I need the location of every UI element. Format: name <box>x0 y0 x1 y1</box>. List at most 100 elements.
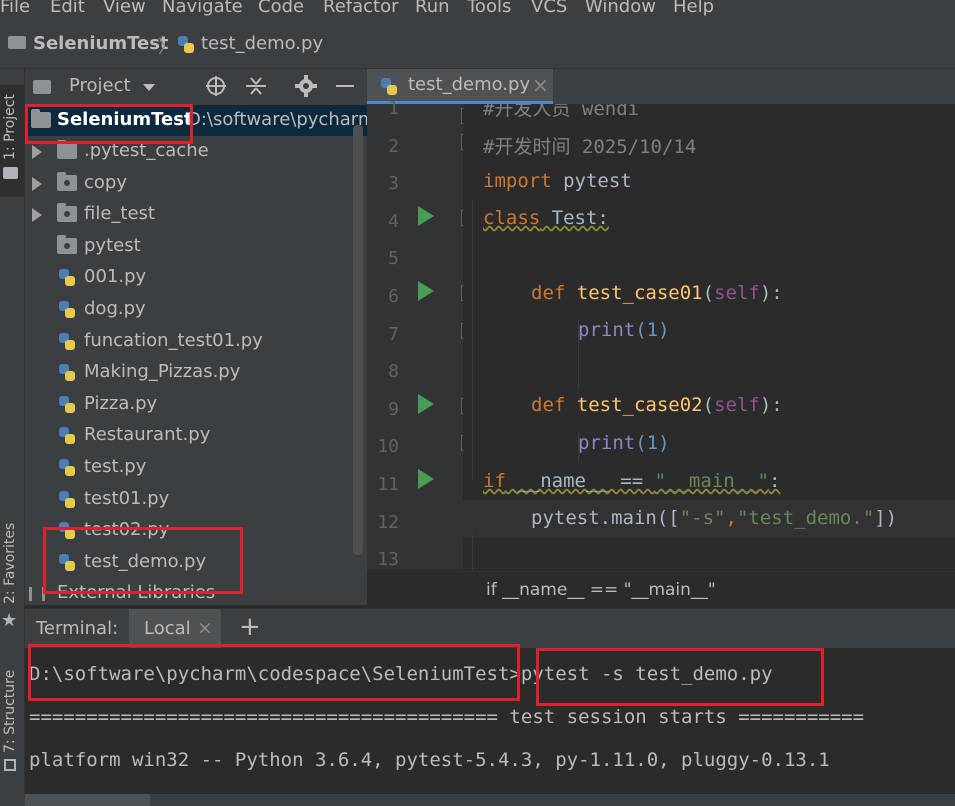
tree-item-label: pytest <box>84 234 141 256</box>
keyword: class <box>483 207 541 229</box>
project-tool-tab[interactable]: 1: Project <box>2 94 18 160</box>
code-line-10: print(1) <box>578 432 670 454</box>
chevron-right-icon[interactable] <box>32 145 42 159</box>
tree-item[interactable]: Restaurant.py <box>25 420 367 451</box>
paren: ): <box>759 394 783 416</box>
tree-item[interactable]: Making_Pizzas.py <box>25 357 367 388</box>
line-number: 12 <box>377 511 399 533</box>
tree-item[interactable]: pytest <box>25 231 367 262</box>
chevron-down-icon[interactable] <box>143 84 155 91</box>
tree-item-label: file_test <box>84 203 155 225</box>
paren: ): <box>759 282 783 304</box>
code-line-9: def test_case02(self): <box>531 394 783 416</box>
gear-icon[interactable] <box>295 75 317 97</box>
tree-item[interactable]: test.py <box>25 452 367 483</box>
menu-file[interactable]: File <box>0 0 30 17</box>
external-libraries[interactable]: External Libraries <box>25 578 367 605</box>
structure-tool-tab[interactable]: 7: Structure <box>2 670 18 753</box>
menu-vcs[interactable]: VCS <box>531 0 567 17</box>
code-text: ]) <box>874 507 898 529</box>
tree-item[interactable]: test_demo.py <box>25 547 367 578</box>
line-number: 6 <box>388 286 399 307</box>
terminal-prompt-line: D:\software\pycharm\codespace\SeleniumTe… <box>29 663 773 685</box>
project-view-title[interactable]: Project <box>69 75 131 96</box>
line-number: 3 <box>388 173 399 195</box>
terminal-header: Terminal: Local × + <box>25 608 955 649</box>
menu-run[interactable]: Run <box>415 0 450 17</box>
project-view-icon <box>33 80 51 94</box>
tab-label: test_demo.py <box>408 74 531 95</box>
editor-breadcrumb[interactable]: if __name__ == "__main__" <box>486 580 716 600</box>
left-tool-stripe: 1: Project 2: Favorites ★ 7: Structure <box>0 69 25 806</box>
tree-item-label: dog.py <box>84 298 146 319</box>
tree-item-label: funcation_test01.py <box>84 329 263 351</box>
tree-item[interactable]: .pytest_cache <box>25 136 367 167</box>
line-number: 5 <box>388 248 399 270</box>
menu-refactor[interactable]: Refactor <box>323 0 399 17</box>
run-icon[interactable] <box>418 206 434 226</box>
keyword: if <box>483 470 506 492</box>
menu-help[interactable]: Help <box>673 0 714 17</box>
folder-icon <box>8 36 26 49</box>
menu-edit[interactable]: Edit <box>50 0 85 17</box>
line-number: 13 <box>377 549 399 571</box>
tree-item[interactable]: dog.py <box>25 294 367 325</box>
editor-breadcrumb-bar: if __name__ == "__main__" <box>367 571 955 608</box>
tree-item[interactable]: test02.py <box>25 515 367 546</box>
menu-tools[interactable]: Tools <box>467 0 511 17</box>
tree-scrollbar[interactable] <box>353 125 363 555</box>
chevron-right-icon[interactable] <box>32 208 42 223</box>
favorites-tool-tab[interactable]: 2: Favorites <box>2 523 18 604</box>
package-icon <box>57 234 77 254</box>
indent-guide <box>472 534 473 570</box>
code-text: : <box>769 470 781 492</box>
nav-project[interactable]: SeleniumTest <box>33 33 169 54</box>
tree-item-label: Making_Pizzas.py <box>84 361 241 383</box>
tree-item[interactable]: funcation_test01.py <box>25 326 367 357</box>
self-param: self <box>714 394 760 416</box>
tree-root[interactable]: SeleniumTest D:\software\pycharm <box>25 105 367 136</box>
hide-panel-icon[interactable] <box>336 85 354 87</box>
tree-item[interactable]: Pizza.py <box>25 389 367 420</box>
tree-item[interactable]: copy <box>25 168 367 199</box>
close-icon[interactable]: × <box>197 617 213 639</box>
keyword: def <box>531 394 566 416</box>
code-line-2: #开发时间 2025/10/14 <box>483 136 697 158</box>
terminal-tab-label: Local <box>144 618 191 639</box>
project-panel-header: Project <box>25 69 367 106</box>
external-libraries-label: External Libraries <box>57 582 216 603</box>
function-name: test_case02 <box>565 394 703 416</box>
line-number: 2 <box>388 135 399 157</box>
run-icon[interactable] <box>418 394 434 414</box>
code-text: (1) <box>635 432 670 454</box>
run-icon[interactable] <box>418 281 434 301</box>
terminal-output[interactable]: D:\software\pycharm\codespace\SeleniumTe… <box>25 648 955 794</box>
menu-code[interactable]: Code <box>258 0 304 17</box>
collapse-all-icon[interactable] <box>246 75 266 97</box>
chevron-right-icon[interactable] <box>32 176 42 191</box>
python-file-icon <box>381 78 397 95</box>
tab-close-icon[interactable]: × <box>532 73 549 97</box>
code-text: pytest <box>551 170 632 192</box>
menu-navigate[interactable]: Navigate <box>162 0 243 17</box>
add-terminal-icon[interactable]: + <box>239 612 261 642</box>
menu-window[interactable]: Window <box>585 0 656 17</box>
tree-item[interactable]: test01.py <box>25 484 367 515</box>
python-file-icon <box>59 459 75 476</box>
run-icon[interactable] <box>418 469 434 489</box>
editor-tab-bar: test_demo.py × <box>367 69 955 105</box>
locate-icon[interactable] <box>205 75 227 97</box>
command-text: >pytest -s test_demo.py <box>509 663 773 685</box>
python-file-icon <box>59 553 75 571</box>
menu-view[interactable]: View <box>103 0 146 17</box>
folder-icon <box>57 140 77 159</box>
tree-item[interactable]: 001.py <box>25 262 367 293</box>
status-bar <box>0 794 955 806</box>
tree-item[interactable]: file_test <box>25 199 367 230</box>
tree-item-label: test02.py <box>84 519 170 541</box>
nav-file[interactable]: test_demo.py <box>201 33 323 54</box>
code-editor[interactable]: #开发人员 wendi #开发时间 2025/10/14 import pyte… <box>463 104 955 570</box>
paren: ( <box>702 282 715 304</box>
terminal-tab-local[interactable]: Local × <box>129 609 221 649</box>
code-line-4: class Test: <box>483 207 609 229</box>
